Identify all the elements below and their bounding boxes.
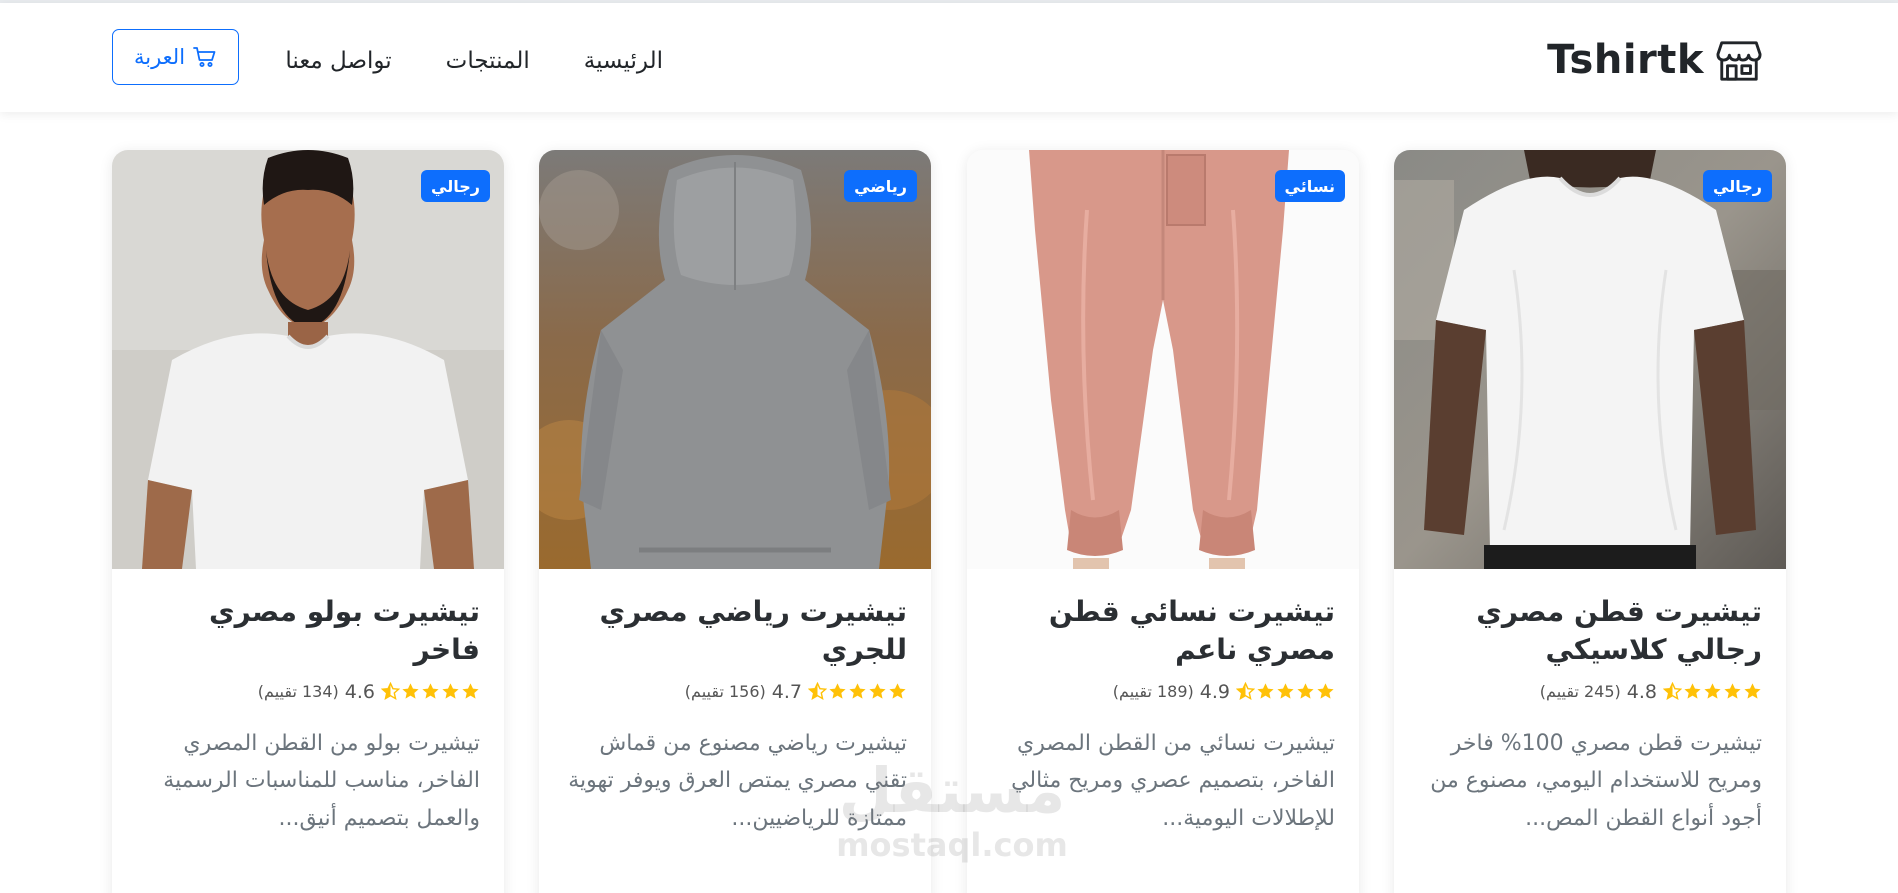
star-icon bbox=[422, 683, 439, 699]
product-card[interactable]: رجالي تيشيرت بولو مصري فاخر 4.6 (134 تقي… bbox=[112, 150, 504, 893]
product-info: تيشيرت رياضي مصري للجري 4.7 (156 تقييم) … bbox=[563, 593, 907, 838]
star-icon bbox=[889, 683, 906, 699]
cart-label: العربة bbox=[133, 45, 186, 69]
product-title[interactable]: تيشيرت قطن مصري رجالي كلاسيكي bbox=[1418, 593, 1762, 669]
product-image[interactable]: رجالي bbox=[112, 150, 504, 569]
star-half-icon bbox=[1236, 682, 1255, 701]
star-half-icon bbox=[808, 682, 827, 701]
product-description: تيشيرت رياضي مصنوع من قماش تقني مصري يمت… bbox=[568, 730, 907, 832]
product-image[interactable]: رجالي bbox=[1394, 150, 1786, 569]
pink-joggers-photo bbox=[967, 150, 1359, 569]
category-badge: نسائي bbox=[1274, 170, 1345, 202]
rating-stars bbox=[381, 682, 480, 701]
category-badge: رياضي bbox=[844, 170, 917, 202]
product-description: تيشيرت نسائي من القطن المصري الفاخر، بتص… bbox=[1011, 730, 1335, 832]
product-info: تيشيرت بولو مصري فاخر 4.6 (134 تقييم) تي… bbox=[136, 593, 480, 838]
nav-link-products[interactable]: المنتجات bbox=[446, 48, 530, 74]
product-grid: رجالي تيشيرت قطن مصري رجالي كلاسيكي 4.8 … bbox=[112, 150, 1786, 893]
bearded-man-tshirt-photo bbox=[112, 150, 504, 569]
review-count: (156 تقييم) bbox=[684, 682, 766, 702]
navbar: Tshirtk الرئيسية المنتجات تواصل معنا الع… bbox=[0, 3, 1898, 112]
brand-name[interactable]: Tshirtk bbox=[1547, 37, 1704, 83]
review-count: (134 تقييم) bbox=[257, 682, 339, 702]
store-icon bbox=[1716, 41, 1762, 81]
star-icon bbox=[869, 683, 886, 699]
product-description: تيشيرت بولو من القطن المصري الفاخر، مناس… bbox=[163, 730, 480, 832]
star-icon bbox=[1744, 683, 1761, 699]
product-rating: 4.9 (189 تقييم) bbox=[991, 681, 1335, 703]
nav-links: الرئيسية المنتجات تواصل معنا bbox=[285, 41, 663, 81]
product-image[interactable]: رياضي bbox=[539, 150, 931, 569]
star-icon bbox=[1704, 683, 1721, 699]
star-icon bbox=[1277, 683, 1294, 699]
star-icon bbox=[849, 683, 866, 699]
rating-value: 4.8 bbox=[1626, 680, 1657, 703]
category-badge: رجالي bbox=[421, 170, 490, 202]
star-icon bbox=[1317, 683, 1334, 699]
rating-value: 4.7 bbox=[771, 680, 802, 703]
review-count: (245 تقييم) bbox=[1539, 682, 1621, 702]
cart-button[interactable]: العربة bbox=[112, 29, 239, 85]
rating-stars bbox=[808, 682, 907, 701]
rating-stars bbox=[1663, 682, 1762, 701]
category-badge: رجالي bbox=[1703, 170, 1772, 202]
white-tshirt-man-photo bbox=[1394, 150, 1786, 569]
rating-value: 4.9 bbox=[1199, 680, 1230, 703]
rating-stars bbox=[1236, 682, 1335, 701]
nav-link-contact[interactable]: تواصل معنا bbox=[285, 48, 391, 74]
product-title[interactable]: تيشيرت بولو مصري فاخر bbox=[136, 593, 480, 669]
product-card[interactable]: نسائي تيشيرت نسائي قطن مصري ناعم 4.9 (18… bbox=[967, 150, 1359, 893]
review-count: (189 تقييم) bbox=[1112, 682, 1194, 702]
product-info: تيشيرت قطن مصري رجالي كلاسيكي 4.8 (245 ت… bbox=[1418, 593, 1762, 838]
product-card[interactable]: رياضي تيشيرت رياضي مصري للجري 4.7 (156 ت… bbox=[539, 150, 931, 893]
product-card[interactable]: رجالي تيشيرت قطن مصري رجالي كلاسيكي 4.8 … bbox=[1394, 150, 1786, 893]
star-icon bbox=[1684, 683, 1701, 699]
product-rating: 4.6 (134 تقييم) bbox=[136, 681, 480, 703]
product-image[interactable]: نسائي bbox=[967, 150, 1359, 569]
star-icon bbox=[829, 683, 846, 699]
star-icon bbox=[442, 683, 459, 699]
star-icon bbox=[1257, 683, 1274, 699]
grey-hoodie-photo bbox=[539, 150, 931, 569]
product-info: تيشيرت نسائي قطن مصري ناعم 4.9 (189 تقيي… bbox=[991, 593, 1335, 838]
star-icon bbox=[1724, 683, 1741, 699]
nav-link-home[interactable]: الرئيسية bbox=[584, 48, 663, 74]
product-description: تيشيرت قطن مصري 100% فاخر ومريح للاستخدا… bbox=[1430, 730, 1762, 832]
star-half-icon bbox=[381, 682, 400, 701]
star-icon bbox=[462, 683, 479, 699]
product-rating: 4.7 (156 تقييم) bbox=[563, 681, 907, 703]
cart-icon bbox=[193, 47, 216, 67]
brand[interactable]: Tshirtk bbox=[1547, 35, 1762, 85]
star-half-icon bbox=[1663, 682, 1682, 701]
star-icon bbox=[1297, 683, 1314, 699]
rating-value: 4.6 bbox=[344, 680, 375, 703]
product-rating: 4.8 (245 تقييم) bbox=[1418, 681, 1762, 703]
star-icon bbox=[402, 683, 419, 699]
product-title[interactable]: تيشيرت رياضي مصري للجري bbox=[563, 593, 907, 669]
product-title[interactable]: تيشيرت نسائي قطن مصري ناعم bbox=[991, 593, 1335, 669]
